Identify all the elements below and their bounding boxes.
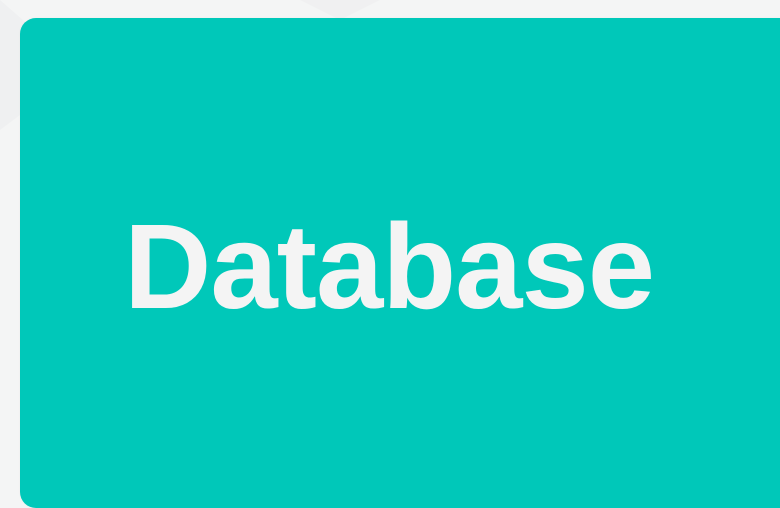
database-node: Database	[20, 18, 780, 508]
database-label: Database	[124, 198, 655, 334]
